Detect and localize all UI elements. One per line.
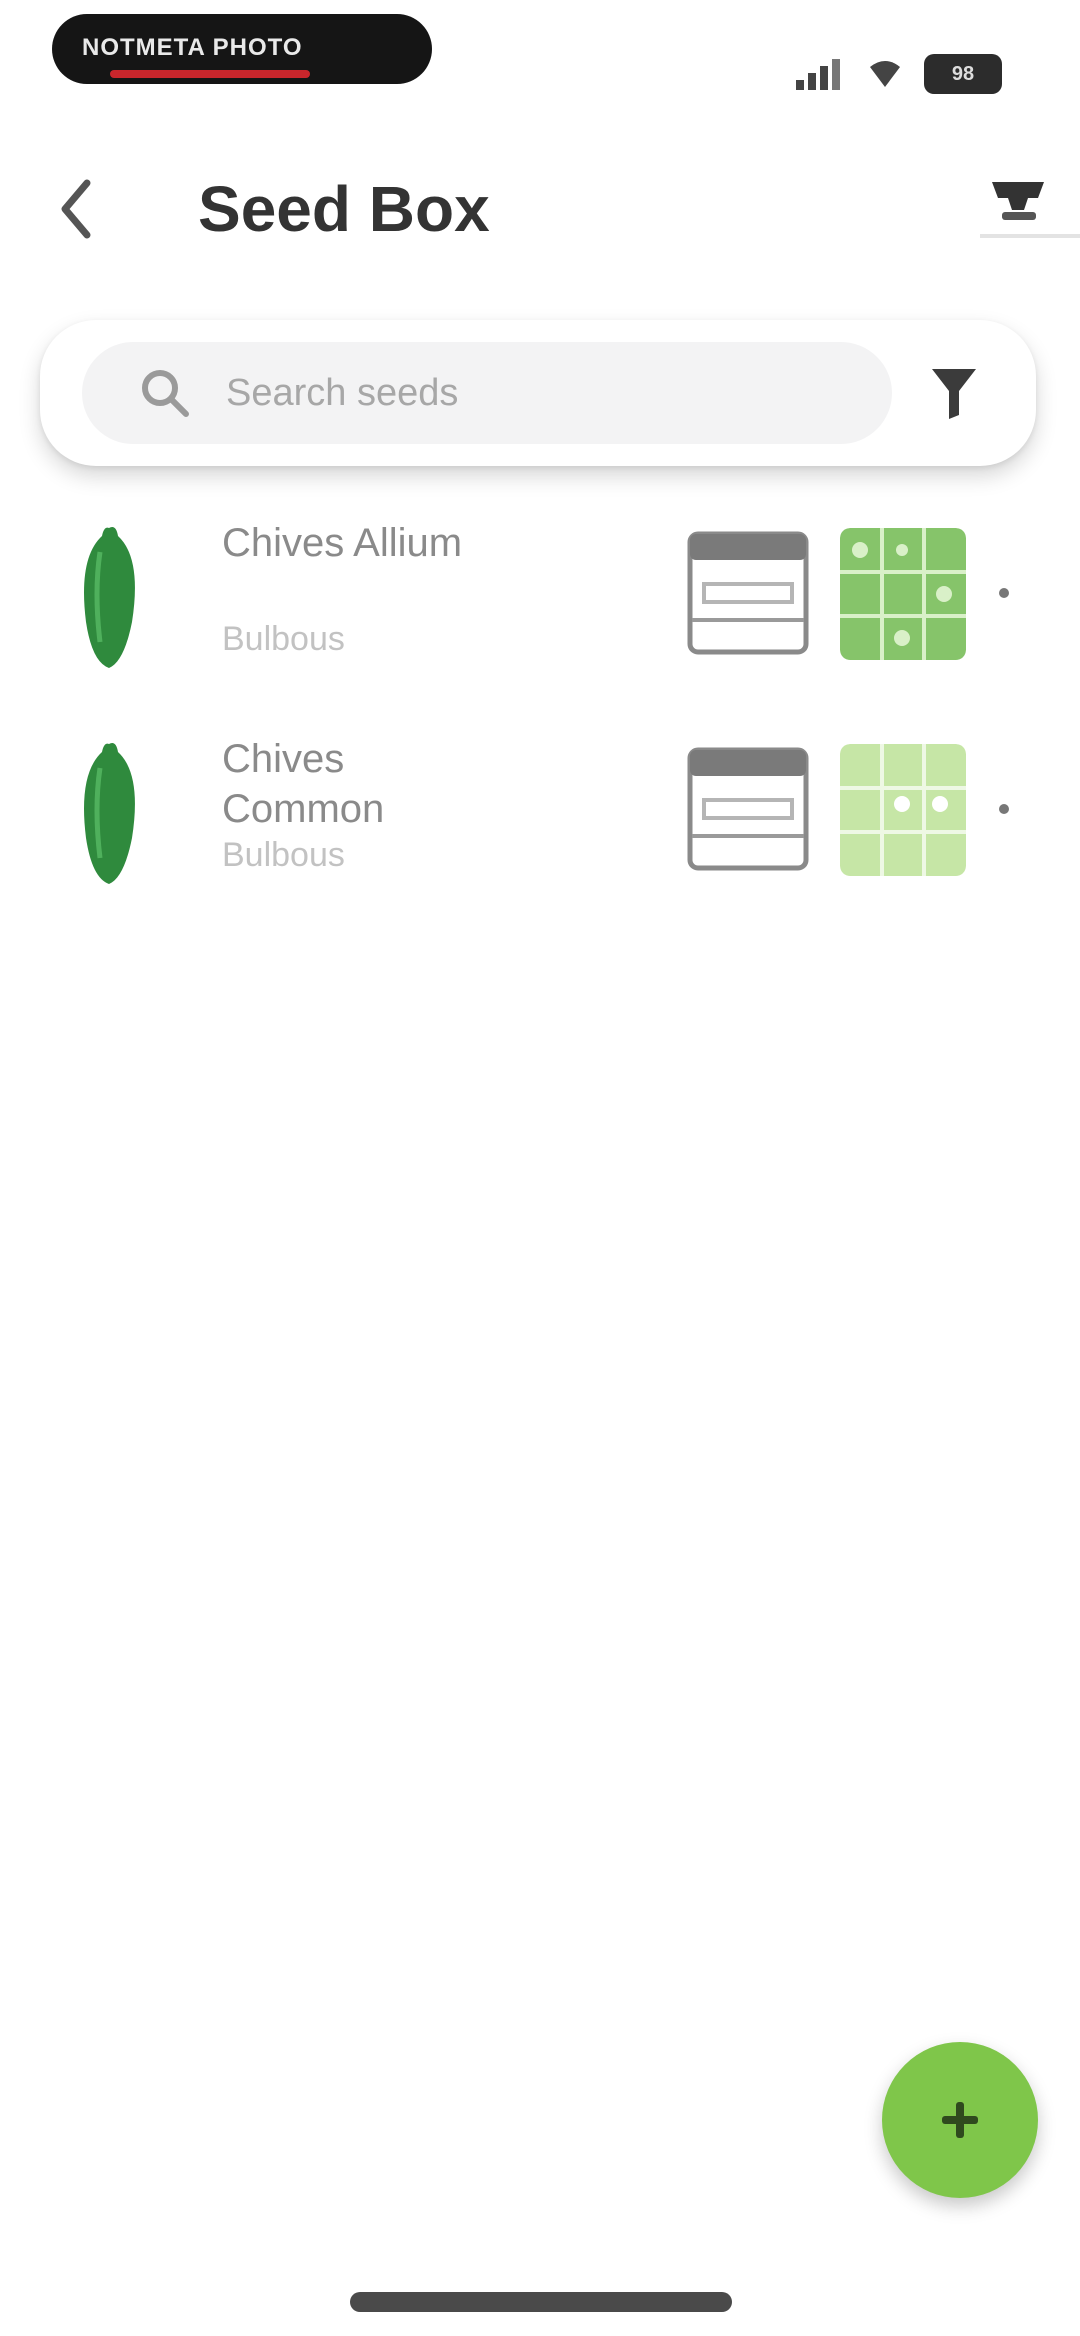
battery-icon: 98 — [924, 54, 1002, 94]
signal-icon — [796, 59, 840, 90]
seed-list-item[interactable]: Chives Allium Bulbous — [0, 508, 1080, 688]
seed-name: Chives Common — [222, 737, 385, 831]
wifi-icon — [870, 61, 900, 87]
filter-button[interactable] — [924, 356, 984, 430]
calendar-icon[interactable] — [686, 528, 810, 658]
search-input[interactable]: Search seeds — [82, 342, 892, 444]
more-icon — [999, 588, 1009, 598]
more-icon — [999, 804, 1009, 814]
back-button[interactable] — [52, 174, 102, 244]
garden-grid-thumbnail[interactable] — [840, 528, 966, 660]
calendar-icon[interactable] — [686, 744, 810, 874]
more-button[interactable] — [984, 570, 1024, 616]
header-divider — [980, 234, 1080, 238]
more-button[interactable] — [984, 786, 1024, 832]
garden-grid-thumbnail[interactable] — [840, 744, 966, 876]
add-seed-button[interactable] — [882, 2042, 1038, 2198]
seed-list-item[interactable]: Chives Common Bulbous — [0, 724, 1080, 904]
home-indicator[interactable] — [350, 2292, 732, 2312]
filter-icon — [932, 369, 976, 419]
search-icon — [142, 370, 189, 417]
pepper-icon — [84, 743, 135, 884]
pepper-icon — [84, 527, 135, 668]
status-pill-text: NOTMETA PHOTO — [82, 34, 303, 61]
search-card: Search seeds — [40, 320, 1036, 466]
page-title: Seed Box — [198, 173, 490, 245]
seed-category: Bulbous — [222, 620, 345, 658]
seed-category: Bulbous — [222, 836, 345, 874]
status-icons: 98 — [794, 52, 1002, 96]
search-placeholder: Search seeds — [226, 371, 459, 414]
seed-name: Chives Allium — [222, 521, 463, 565]
status-pill: NOTMETA PHOTO — [52, 14, 432, 84]
status-pill-indicator — [110, 70, 310, 78]
chevron-left-icon — [61, 179, 91, 239]
seed-box-icon — [992, 182, 1044, 220]
plus-icon — [942, 2102, 978, 2138]
